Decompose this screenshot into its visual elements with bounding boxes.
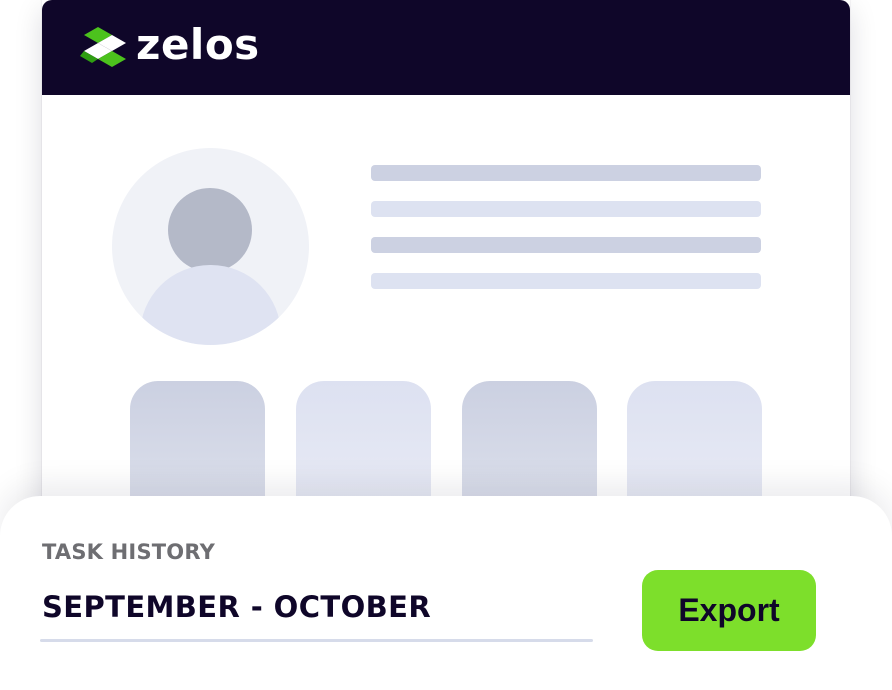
date-range-field[interactable]: SEPTEMBER - OCTOBER	[42, 590, 431, 624]
text-placeholder-line	[371, 201, 761, 217]
export-card: TASK HISTORY SEPTEMBER - OCTOBER Export	[0, 496, 892, 690]
text-placeholder-line	[371, 273, 761, 289]
user-avatar-icon	[112, 148, 309, 345]
brand-name: zelos	[136, 20, 260, 69]
app-header: zelos	[42, 0, 850, 95]
avatar-head	[168, 188, 252, 272]
brand-logo[interactable]: zelos	[78, 24, 260, 72]
export-button[interactable]: Export	[642, 570, 816, 651]
text-placeholder-line	[371, 165, 761, 181]
avatar-body	[140, 265, 281, 345]
text-placeholder-line	[371, 237, 761, 253]
zelos-logo-icon	[80, 27, 126, 67]
app-window: zelos	[42, 0, 850, 560]
task-history-label: TASK HISTORY	[42, 540, 215, 564]
date-range-underline	[40, 639, 593, 642]
